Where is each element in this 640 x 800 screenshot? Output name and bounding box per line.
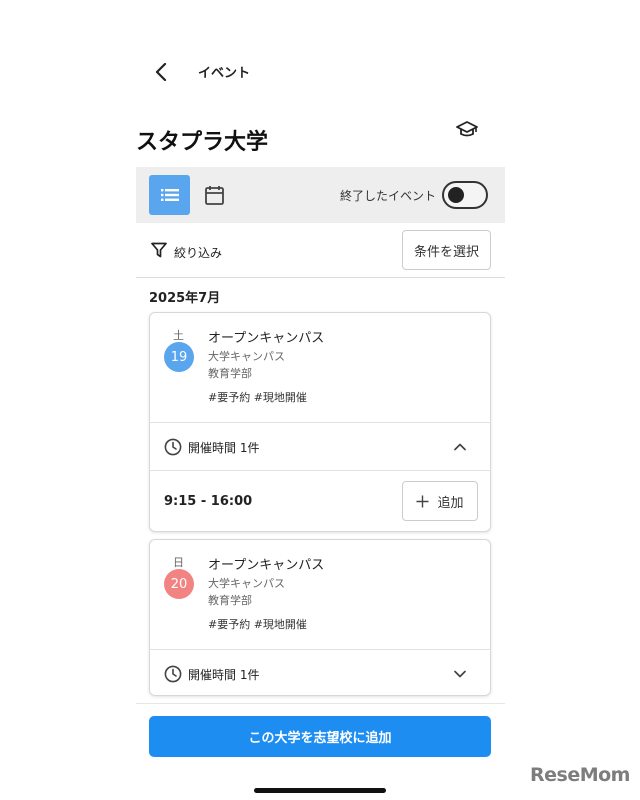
event-place: 大学キャンパス — [208, 350, 285, 363]
add-slot-label: 追加 — [437, 495, 464, 511]
graduation-cap-icon[interactable] — [456, 119, 478, 139]
event-department: 教育学部 — [208, 594, 252, 607]
chevron-down-icon[interactable] — [452, 666, 468, 682]
list-view-button[interactable] — [149, 175, 190, 215]
ended-events-toggle[interactable] — [442, 181, 488, 209]
filter-icon[interactable] — [151, 242, 167, 258]
nav-title: イベント — [198, 66, 251, 81]
event-summary[interactable]: 土 19 オープンキャンパス 大学キャンパス 教育学部 #要予約 #現地開催 — [150, 313, 490, 422]
nav-bar: イベント — [136, 52, 505, 92]
add-slot-button[interactable]: 追加 — [402, 481, 478, 521]
event-times-count: 開催時間 1件 — [188, 441, 260, 455]
event-date: 20 — [164, 569, 194, 599]
calendar-view-button[interactable] — [202, 183, 226, 207]
watermark-logo: ReseMom — [530, 764, 630, 786]
event-card[interactable]: 土 19 オープンキャンパス 大学キャンパス 教育学部 #要予約 #現地開催 開… — [149, 312, 491, 532]
event-tags: #要予約 #現地開催 — [208, 618, 307, 631]
event-times-toggle[interactable]: 開催時間 1件 — [150, 649, 490, 695]
event-summary[interactable]: 日 20 オープンキャンパス 大学キャンパス 教育学部 #要予約 #現地開催 — [150, 540, 490, 649]
event-title: オープンキャンパス — [208, 331, 325, 346]
toggle-knob — [448, 187, 464, 203]
chevron-up-icon[interactable] — [452, 439, 468, 455]
slot-time: 9:15 - 16:00 — [164, 494, 253, 509]
event-weekday: 土 — [173, 329, 184, 342]
filter-row: 絞り込み 条件を選択 — [136, 228, 505, 278]
view-toolbar: 終了したイベント — [136, 167, 505, 223]
divider — [136, 703, 505, 704]
list-icon — [160, 189, 179, 201]
clock-icon — [164, 665, 182, 683]
filter-label[interactable]: 絞り込み — [174, 244, 222, 261]
event-tags: #要予約 #現地開催 — [208, 391, 307, 404]
event-times-count: 開催時間 1件 — [188, 668, 260, 682]
event-card[interactable]: 日 20 オープンキャンパス 大学キャンパス 教育学部 #要予約 #現地開催 開… — [149, 539, 491, 696]
home-indicator — [254, 788, 386, 793]
event-times-toggle[interactable]: 開催時間 1件 — [150, 422, 490, 470]
select-condition-button[interactable]: 条件を選択 — [402, 230, 491, 270]
event-department: 教育学部 — [208, 367, 252, 380]
event-place: 大学キャンパス — [208, 577, 285, 590]
plus-icon — [416, 495, 429, 507]
event-weekday: 日 — [173, 556, 184, 569]
screen: イベント スタプラ大学 終了したイベント 絞り込み 条件を選択 2025年7月 … — [136, 0, 505, 800]
university-name: スタプラ大学 — [136, 130, 269, 155]
event-date: 19 — [164, 342, 194, 372]
event-title: オープンキャンパス — [208, 558, 325, 573]
ended-events-label: 終了したイベント — [340, 189, 437, 203]
calendar-icon — [204, 186, 224, 205]
chevron-left-icon — [155, 63, 167, 81]
clock-icon — [164, 438, 182, 456]
add-to-target-schools-button[interactable]: この大学を志望校に追加 — [149, 716, 491, 757]
event-time-slot: 9:15 - 16:00 追加 — [150, 470, 490, 531]
back-button[interactable] — [150, 60, 172, 84]
month-heading: 2025年7月 — [149, 291, 221, 306]
